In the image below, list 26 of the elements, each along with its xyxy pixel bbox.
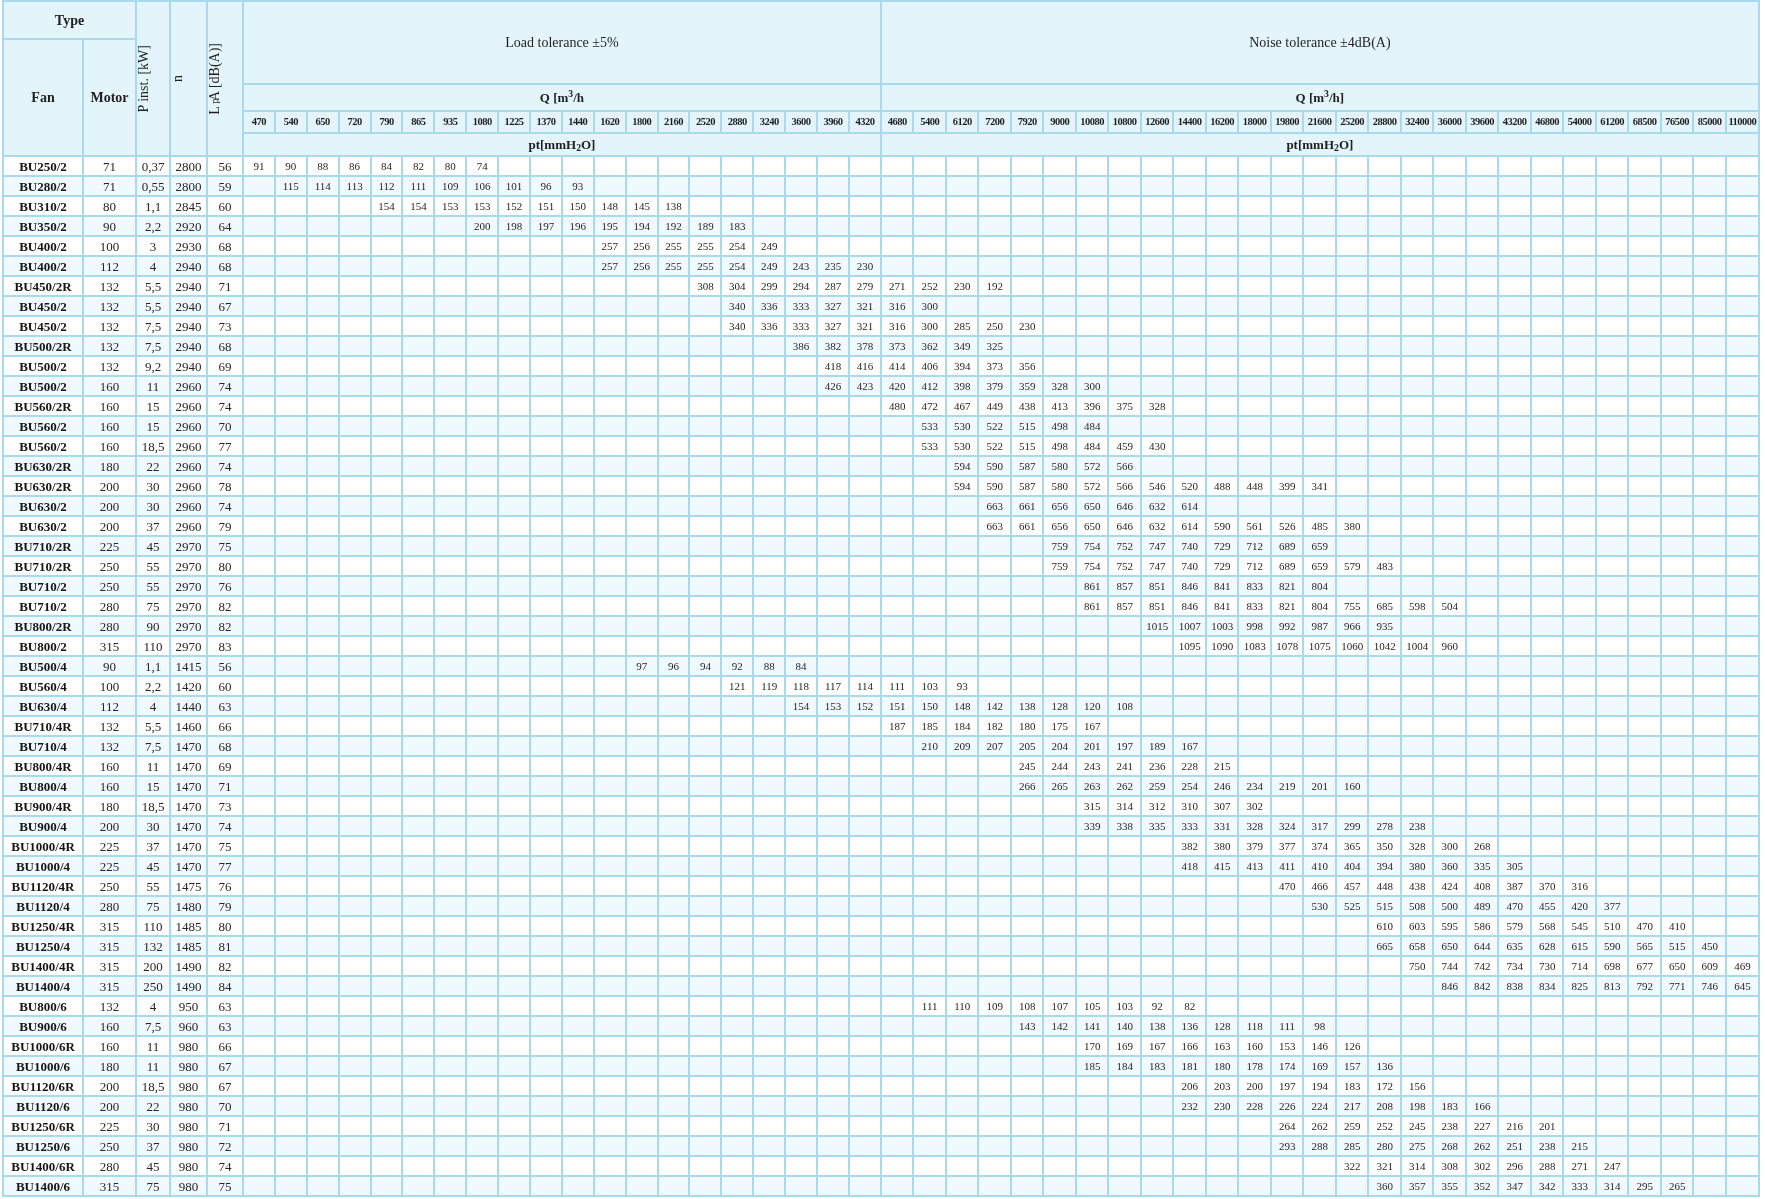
column-header: Motor <box>83 39 136 156</box>
unit-header: pt[mmH$_{2}$O] <box>243 133 881 156</box>
table-cell: 333 <box>1563 1176 1596 1196</box>
table-cell: 265 <box>1660 1176 1694 1196</box>
unit-header: Q [m$^{3}$/h] <box>880 84 1759 111</box>
table-cell: 342 <box>1530 1176 1564 1196</box>
table-cell: 980 <box>170 1176 207 1196</box>
column-header: Type <box>3 1 136 39</box>
column-header: P inst. [kW] <box>136 1 170 156</box>
column-header: Fan <box>3 39 83 156</box>
table-cell: BU1400/6 <box>3 1176 83 1196</box>
table-cell: 352 <box>1465 1176 1499 1196</box>
table-cell: 347 <box>1498 1176 1531 1196</box>
table-cell: 355 <box>1433 1176 1466 1196</box>
group-header: Load tolerance ±5% <box>243 1 881 84</box>
table-cell: 315 <box>83 1176 136 1196</box>
table-cell: 75 <box>136 1176 170 1196</box>
table-cell: 75 <box>207 1176 243 1196</box>
table-cell: 314 <box>1595 1176 1629 1196</box>
unit-header: pt[mmH$_{2}$O] <box>880 133 1759 156</box>
table-cell: 295 <box>1628 1176 1661 1196</box>
group-header: Noise tolerance ±4dB(A) <box>880 1 1759 84</box>
unit-header: Q [m$^{3}$/h <box>243 84 881 111</box>
table-cell: 360 <box>1368 1176 1401 1196</box>
table-cell: 357 <box>1400 1176 1434 1196</box>
column-header: n <box>170 1 207 156</box>
